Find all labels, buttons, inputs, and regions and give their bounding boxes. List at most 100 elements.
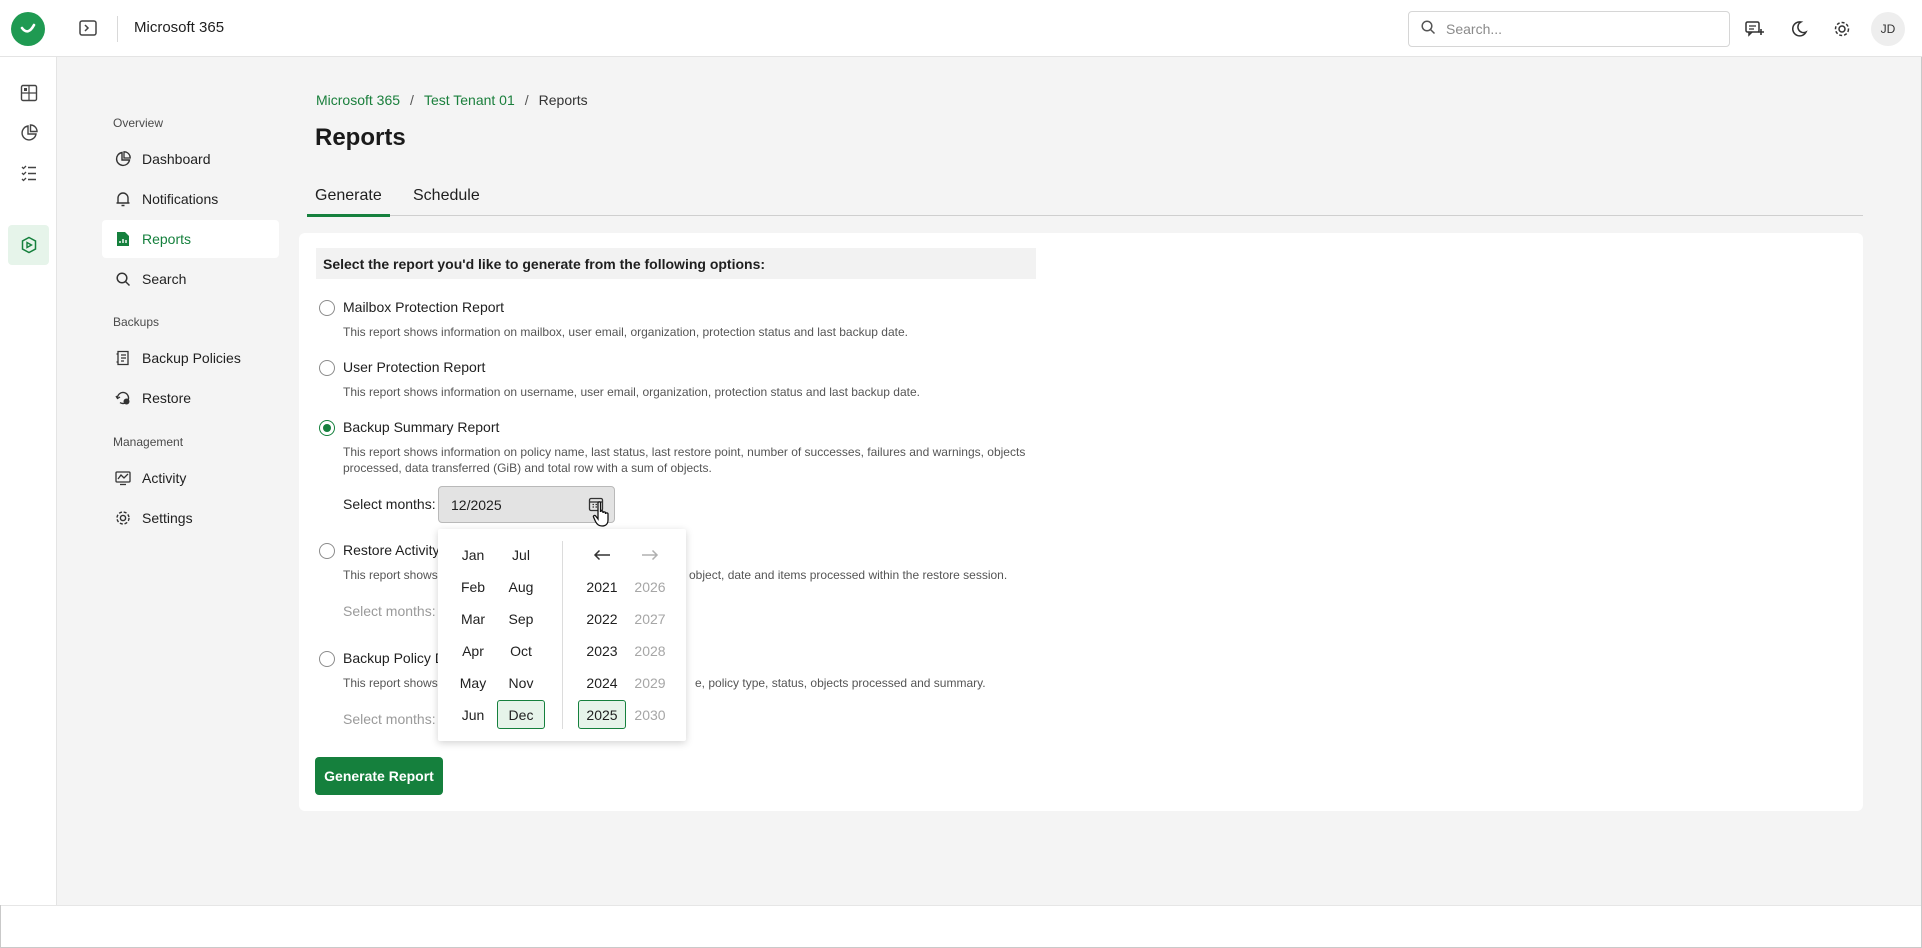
chat-plus-icon[interactable] bbox=[1743, 17, 1767, 41]
sidebar-item-notifications[interactable]: Notifications bbox=[102, 180, 279, 218]
month-cell[interactable]: Aug bbox=[497, 572, 545, 601]
app-title: Microsoft 365 bbox=[134, 19, 225, 36]
month-year-picker: Jan Feb Mar Apr May Jun Jul Aug Sep Oct … bbox=[438, 529, 686, 741]
select-months-label: Select months: bbox=[343, 496, 436, 512]
year-cell[interactable]: 2022 bbox=[578, 604, 626, 633]
year-cell-disabled: 2029 bbox=[634, 674, 666, 691]
sidebar-item-label: Activity bbox=[142, 470, 187, 486]
option-desc-backup-summary-line1: This report shows information on policy … bbox=[343, 445, 1026, 459]
option-desc-user-protection: This report shows information on usernam… bbox=[343, 385, 920, 399]
activity-icon bbox=[114, 469, 132, 487]
gear-icon[interactable] bbox=[1830, 17, 1854, 41]
breadcrumb-separator: / bbox=[524, 92, 529, 108]
sidebar-item-label: Notifications bbox=[142, 191, 219, 207]
select-months-label-disabled: Select months: bbox=[343, 603, 436, 619]
sidebar-item-restore[interactable]: Restore bbox=[102, 379, 279, 417]
radio-backup-summary[interactable] bbox=[319, 420, 335, 436]
tab-bar: Generate Schedule bbox=[307, 176, 1863, 217]
year-cell[interactable]: 2024 bbox=[578, 668, 626, 697]
search-box[interactable] bbox=[1408, 11, 1730, 47]
arrow-left-icon[interactable] bbox=[590, 543, 614, 567]
panel-toggle-icon[interactable] bbox=[78, 18, 98, 38]
month-cell[interactable]: Apr bbox=[449, 636, 497, 665]
month-cell[interactable]: Mar bbox=[449, 604, 497, 633]
option-label-mailbox-protection[interactable]: Mailbox Protection Report bbox=[343, 299, 504, 315]
radio-mailbox-protection[interactable] bbox=[319, 300, 335, 316]
tab-schedule[interactable]: Schedule bbox=[405, 176, 488, 216]
month-cell[interactable]: Jul bbox=[497, 540, 545, 569]
month-value: 12/2025 bbox=[451, 496, 502, 513]
generate-report-button[interactable]: Generate Report bbox=[315, 757, 443, 795]
search-icon bbox=[1421, 20, 1436, 38]
radio-restore-activity[interactable] bbox=[319, 543, 335, 559]
option-desc-backup-summary-line2: processed, data transferred (GiB) and to… bbox=[343, 461, 712, 475]
option-desc-backup-policy: This report shows bbox=[343, 676, 438, 690]
option-label-backup-summary[interactable]: Backup Summary Report bbox=[343, 419, 499, 435]
option-label-user-protection[interactable]: User Protection Report bbox=[343, 359, 485, 375]
option-label-backup-policy[interactable]: Backup Policy D bbox=[343, 650, 445, 666]
grid-icon[interactable] bbox=[18, 82, 40, 104]
option-desc-restore-activity: This report shows bbox=[343, 568, 438, 582]
breadcrumb-separator: / bbox=[410, 92, 414, 108]
month-cell[interactable]: Jan bbox=[449, 540, 497, 569]
sidebar-item-search[interactable]: Search bbox=[102, 260, 279, 298]
pie-chart-icon bbox=[114, 150, 132, 168]
sidebar-item-reports[interactable]: Reports bbox=[102, 220, 279, 258]
month-cell[interactable]: Feb bbox=[449, 572, 497, 601]
option-desc-backup-policy-tail: e, policy type, status, objects processe… bbox=[695, 676, 986, 690]
nav-section-overview: Overview bbox=[113, 116, 164, 130]
bell-icon bbox=[114, 190, 132, 208]
month-cell[interactable]: Jun bbox=[449, 700, 497, 729]
form-header: Select the report you'd like to generate… bbox=[316, 248, 1036, 279]
moon-icon[interactable] bbox=[1787, 17, 1811, 41]
sidebar-item-label: Reports bbox=[142, 231, 192, 247]
year-cell-disabled: 2027 bbox=[634, 610, 666, 627]
nav-section-management: Management bbox=[113, 435, 184, 449]
year-cell-disabled: 2028 bbox=[634, 642, 666, 659]
month-cell-selected[interactable]: Dec bbox=[497, 700, 545, 729]
nav-section-backups: Backups bbox=[113, 315, 160, 329]
policy-icon bbox=[114, 349, 132, 367]
topbar-divider bbox=[117, 16, 118, 42]
month-cell[interactable]: Sep bbox=[497, 604, 545, 633]
checkmark-logo-icon[interactable] bbox=[11, 12, 45, 46]
pie-chart-icon[interactable] bbox=[18, 122, 40, 144]
month-cell[interactable]: May bbox=[449, 668, 497, 697]
sidebar-item-dashboard[interactable]: Dashboard bbox=[102, 140, 279, 178]
top-bar: Microsoft 365 JD bbox=[0, 0, 1922, 57]
sidebar-item-label: Settings bbox=[142, 510, 193, 526]
year-cell[interactable]: 2021 bbox=[578, 572, 626, 601]
gear-icon bbox=[114, 509, 132, 527]
sidebar-item-label: Backup Policies bbox=[142, 350, 241, 366]
breadcrumb-link-tenant[interactable]: Test Tenant 01 bbox=[424, 92, 515, 108]
radio-backup-policy[interactable] bbox=[319, 651, 335, 667]
sidebar-item-label: Search bbox=[142, 271, 187, 287]
month-cell[interactable]: Oct bbox=[497, 636, 545, 665]
left-rail bbox=[0, 57, 57, 905]
month-cell[interactable]: Nov bbox=[497, 668, 545, 697]
tab-generate[interactable]: Generate bbox=[307, 176, 390, 217]
arrow-right-icon[interactable] bbox=[638, 543, 662, 567]
search-icon bbox=[114, 270, 132, 288]
checklist-icon[interactable] bbox=[18, 162, 40, 184]
picker-divider bbox=[562, 541, 563, 729]
sidebar-item-settings[interactable]: Settings bbox=[102, 499, 279, 537]
search-input[interactable] bbox=[1446, 21, 1706, 37]
report-icon bbox=[114, 230, 132, 248]
option-desc-mailbox-protection: This report shows information on mailbox… bbox=[343, 325, 908, 339]
sidebar-item-label: Restore bbox=[142, 390, 192, 406]
select-months-label-disabled: Select months: bbox=[343, 711, 436, 727]
breadcrumb-link-m365[interactable]: Microsoft 365 bbox=[316, 92, 400, 108]
hand-cursor-icon bbox=[592, 501, 609, 527]
sidebar-item-activity[interactable]: Activity bbox=[102, 459, 279, 497]
year-cell-selected[interactable]: 2025 bbox=[578, 700, 626, 729]
radio-user-protection[interactable] bbox=[319, 360, 335, 376]
option-label-restore-activity[interactable]: Restore Activity bbox=[343, 542, 439, 558]
breadcrumb-current: Reports bbox=[538, 92, 588, 108]
m365-product-icon[interactable] bbox=[18, 234, 40, 256]
sidebar-item-backup-policies[interactable]: Backup Policies bbox=[102, 339, 279, 377]
year-cell[interactable]: 2023 bbox=[578, 636, 626, 665]
option-desc-restore-activity-tail: object, date and items processed within … bbox=[689, 568, 1008, 582]
avatar[interactable]: JD bbox=[1871, 12, 1905, 46]
year-cell-disabled: 2030 bbox=[634, 706, 666, 723]
